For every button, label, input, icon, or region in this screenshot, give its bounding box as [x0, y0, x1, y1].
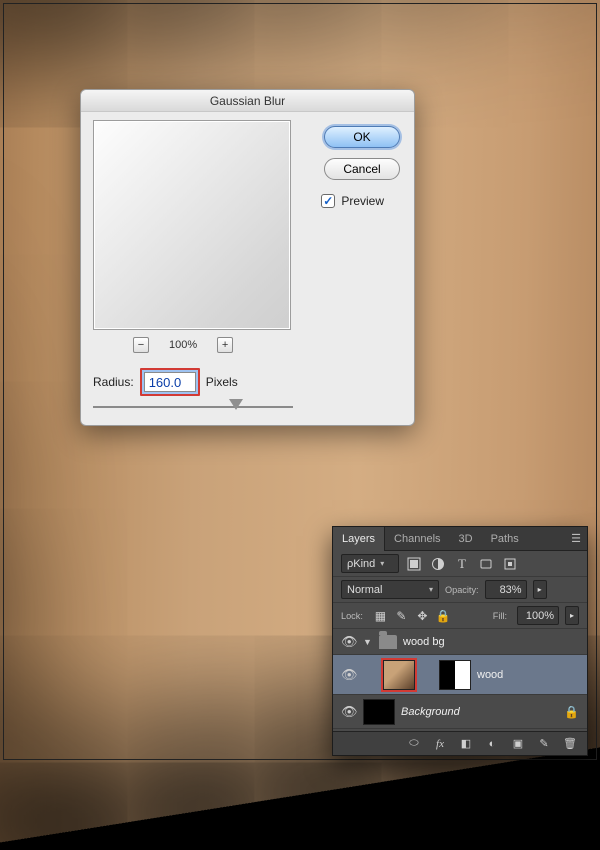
visibility-toggle[interactable]: 👁 — [341, 704, 357, 720]
zoom-out-button[interactable]: − — [133, 337, 149, 353]
lock-all-icon[interactable]: 🔒 — [436, 608, 451, 623]
minus-icon: − — [138, 339, 144, 351]
fill-input[interactable]: 100% — [517, 606, 559, 625]
new-adjustment-icon[interactable]: ◐ — [483, 735, 501, 753]
new-group-icon[interactable]: ▣ — [509, 735, 527, 753]
checkmark-icon: ✓ — [321, 194, 335, 208]
chevron-down-icon: ▾ — [429, 585, 433, 594]
filter-smart-icon[interactable] — [501, 555, 519, 573]
tab-paths[interactable]: Paths — [482, 527, 528, 551]
layer-filter-row: ρ Kind ▾ T — [333, 551, 587, 577]
layers-list: 👁 ▼ wood bg 👁 wood 👁 Background 🔒 — [333, 629, 587, 729]
layers-panel: Layers Channels 3D Paths ☰ ρ Kind ▾ T No… — [332, 526, 588, 756]
zoom-level: 100% — [169, 339, 197, 351]
plus-icon: + — [222, 339, 228, 351]
filter-shape-icon[interactable] — [477, 555, 495, 573]
lock-label: Lock: — [341, 611, 363, 621]
opacity-label: Opacity: — [445, 585, 479, 595]
radius-unit: Pixels — [206, 375, 238, 389]
radius-input[interactable] — [144, 372, 196, 392]
visibility-toggle[interactable]: 👁 — [341, 634, 357, 650]
filter-adjust-icon[interactable] — [429, 555, 447, 573]
layer-row-selected[interactable]: 👁 wood — [333, 655, 587, 695]
visibility-toggle[interactable]: 👁 — [341, 667, 357, 683]
radius-highlight — [140, 368, 200, 396]
panel-menu-icon[interactable]: ☰ — [565, 532, 587, 545]
gaussian-blur-dialog: Gaussian Blur − 100% + OK Cancel ✓ Previ… — [80, 89, 415, 426]
layer-fx-icon[interactable]: fx — [431, 735, 449, 753]
layer-mask-thumbnail[interactable] — [439, 660, 471, 690]
layer-thumbnail[interactable] — [383, 660, 415, 690]
filter-kind-label: Kind — [353, 558, 375, 570]
dialog-title: Gaussian Blur — [81, 90, 414, 112]
lock-transparency-icon[interactable]: ▦ — [373, 608, 388, 623]
layer-name[interactable]: wood — [477, 669, 503, 681]
lock-paint-icon[interactable]: ✎ — [394, 608, 409, 623]
preview-checkbox-label: Preview — [341, 194, 384, 208]
panel-tabs: Layers Channels 3D Paths ☰ — [333, 527, 587, 551]
layer-group-row[interactable]: 👁 ▼ wood bg — [333, 629, 587, 655]
opacity-stepper[interactable]: ▸ — [533, 580, 547, 599]
lock-icon: 🔒 — [564, 705, 579, 719]
tab-layers[interactable]: Layers — [333, 527, 385, 551]
tab-channels[interactable]: Channels — [385, 527, 449, 551]
tab-3d[interactable]: 3D — [450, 527, 482, 551]
filter-kind-select[interactable]: ρ Kind ▾ — [341, 554, 399, 573]
link-layers-icon[interactable]: ⬭ — [405, 735, 423, 753]
layer-thumbnail[interactable] — [363, 699, 395, 725]
layer-row-background[interactable]: 👁 Background 🔒 — [333, 695, 587, 729]
chevron-down-icon: ▾ — [380, 559, 384, 568]
lock-fill-row: Lock: ▦ ✎ ✥ 🔒 Fill: 100% ▸ — [333, 603, 587, 629]
preview-checkbox[interactable]: ✓ Preview — [321, 194, 384, 208]
slider-thumb[interactable] — [229, 399, 243, 410]
lock-position-icon[interactable]: ✥ — [415, 608, 430, 623]
group-name[interactable]: wood bg — [403, 636, 445, 648]
blend-mode-label: Normal — [347, 584, 382, 596]
fill-stepper[interactable]: ▸ — [565, 606, 579, 625]
filter-type-icon[interactable]: T — [453, 555, 471, 573]
cancel-button[interactable]: Cancel — [324, 158, 400, 180]
zoom-in-button[interactable]: + — [217, 337, 233, 353]
blur-preview[interactable] — [93, 120, 291, 330]
radius-label: Radius: — [93, 375, 134, 389]
disclosure-triangle-icon[interactable]: ▼ — [363, 637, 373, 647]
filter-pixel-icon[interactable] — [405, 555, 423, 573]
layer-name[interactable]: Background — [401, 706, 460, 718]
slider-track — [93, 406, 293, 408]
radius-slider[interactable] — [93, 398, 293, 416]
add-mask-icon[interactable]: ◧ — [457, 735, 475, 753]
blend-mode-select[interactable]: Normal ▾ — [341, 580, 439, 599]
ok-button[interactable]: OK — [324, 126, 400, 148]
delete-layer-icon[interactable]: 🗑 — [561, 735, 579, 753]
new-layer-icon[interactable]: ✎ — [535, 735, 553, 753]
opacity-input[interactable]: 83% — [485, 580, 527, 599]
fill-label: Fill: — [493, 611, 507, 621]
blend-opacity-row: Normal ▾ Opacity: 83% ▸ — [333, 577, 587, 603]
folder-icon — [379, 635, 397, 649]
panel-footer: ⬭ fx ◧ ◐ ▣ ✎ 🗑 — [333, 731, 587, 755]
